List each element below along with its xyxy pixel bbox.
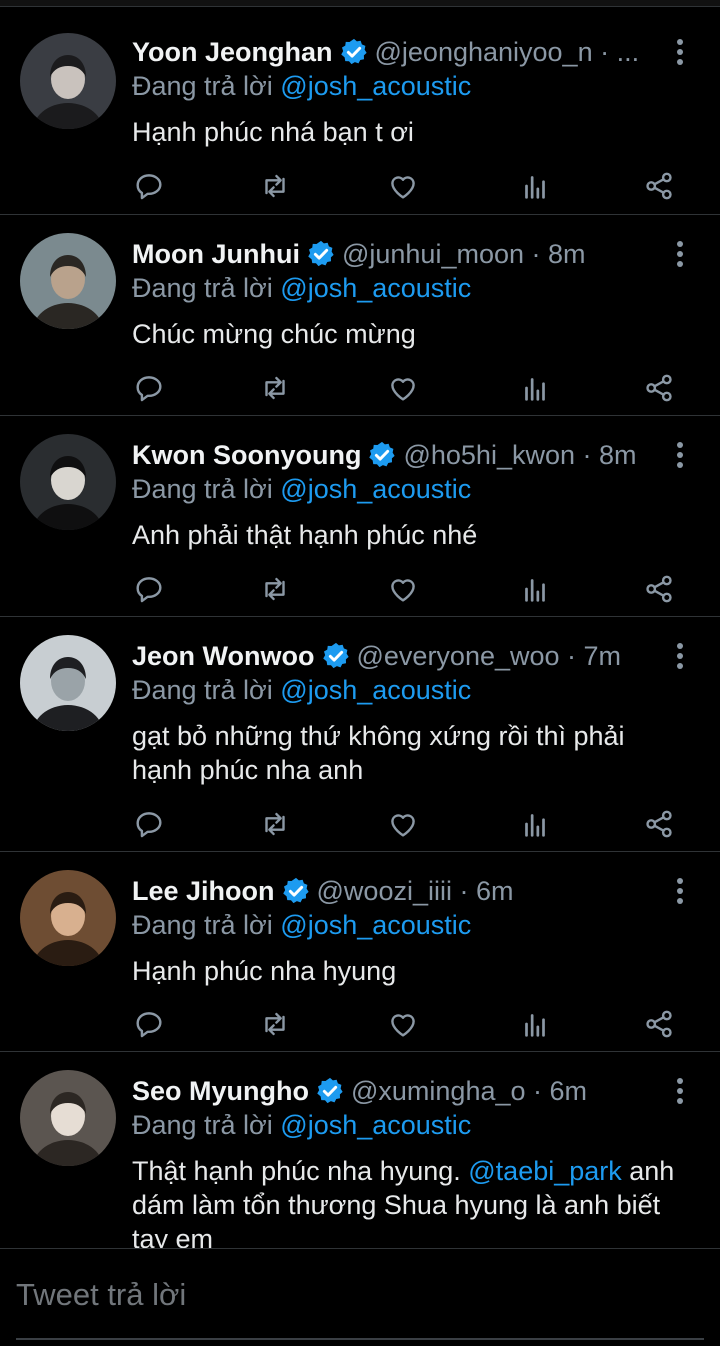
avatar[interactable] [20,1070,116,1166]
tweet[interactable]: Moon Junhui @junhui_moon · 8m Đang trả lờ… [0,215,720,416]
avatar[interactable] [20,870,116,966]
retweet-icon[interactable] [258,572,292,606]
display-name[interactable]: Yoon Jeonghan [132,37,333,67]
tweet-text: Chúc mừng chúc mừng [132,319,416,349]
avatar[interactable] [20,233,116,329]
views-icon[interactable] [518,1007,552,1041]
reply-composer[interactable]: Tweet trả lời [0,1248,720,1346]
reply-to-mention[interactable]: @josh_acoustic [280,1110,471,1140]
replying-to: Đang trả lời @josh_acoustic [132,675,472,705]
like-icon[interactable] [386,371,420,405]
like-icon[interactable] [386,1007,420,1041]
display-name[interactable]: Seo Myungho [132,1076,309,1106]
handle-and-time: @woozi_iiii · 6m [316,876,514,906]
views-icon[interactable] [518,572,552,606]
views-icon[interactable] [518,371,552,405]
reply-icon[interactable] [132,371,166,405]
tweet-actions [132,807,692,841]
more-options-icon[interactable] [670,876,690,906]
tweet-actions [132,1007,692,1041]
top-divider [0,0,720,7]
replying-to: Đang trả lời @josh_acoustic [132,910,472,940]
more-options-icon[interactable] [670,440,690,470]
share-icon[interactable] [642,1007,676,1041]
tweet-actions [132,572,692,606]
reply-to-mention[interactable]: @josh_acoustic [280,675,471,705]
reply-to-mention[interactable]: @josh_acoustic [280,910,471,940]
display-name[interactable]: Lee Jihoon [132,876,275,906]
tweet[interactable]: Lee Jihoon @woozi_iiii · 6m Đang trả lời … [0,852,720,1052]
verified-badge-icon [321,641,351,671]
avatar[interactable] [20,33,116,129]
verified-badge-icon [306,239,336,269]
share-icon[interactable] [642,371,676,405]
handle-and-time: @junhui_moon · 8m [341,239,586,269]
tweet-actions [132,169,692,203]
reply-icon[interactable] [132,1007,166,1041]
tweet-text: Hạnh phúc nha hyung [132,956,397,986]
retweet-icon[interactable] [258,807,292,841]
like-icon[interactable] [386,169,420,203]
reply-to-mention[interactable]: @josh_acoustic [280,273,471,303]
input-underline [16,1338,704,1340]
display-name[interactable]: Kwon Soonyoung [132,440,361,470]
tweet-actions [132,371,692,405]
tweet-text: Anh phải thật hạnh phúc nhé [132,520,478,550]
views-icon[interactable] [518,807,552,841]
handle-and-time: @everyone_woo · 7m [356,641,622,671]
display-name[interactable]: Moon Junhui [132,239,300,269]
retweet-icon[interactable] [258,169,292,203]
avatar[interactable] [20,434,116,530]
share-icon[interactable] [642,807,676,841]
like-icon[interactable] [386,807,420,841]
tweet-text: gạt bỏ những thứ không xứng rồi thì phải… [132,721,625,785]
more-options-icon[interactable] [670,1076,690,1106]
tweet[interactable]: Kwon Soonyoung @ho5hi_kwon · 8m Đang trả … [0,416,720,617]
avatar[interactable] [20,635,116,731]
tweet-text: Hạnh phúc nhá bạn t ơi [132,117,414,147]
verified-badge-icon [315,1076,345,1106]
more-options-icon[interactable] [670,239,690,269]
reply-icon[interactable] [132,169,166,203]
verified-badge-icon [339,37,369,67]
replying-to: Đang trả lời @josh_acoustic [132,273,472,303]
views-icon[interactable] [518,169,552,203]
retweet-icon[interactable] [258,1007,292,1041]
reply-to-mention[interactable]: @josh_acoustic [280,474,471,504]
tweet[interactable]: Yoon Jeonghan @jeonghaniyoo_n · ... Đang … [0,7,720,215]
verified-badge-icon [281,876,311,906]
reply-icon[interactable] [132,807,166,841]
reply-input-placeholder[interactable]: Tweet trả lời [16,1277,186,1313]
reply-feed[interactable]: Yoon Jeonghan @jeonghaniyoo_n · ... Đang … [0,7,720,1248]
replying-to: Đang trả lời @josh_acoustic [132,71,472,101]
reply-icon[interactable] [132,572,166,606]
tweet[interactable]: Seo Myungho @xumingha_o · 6m Đang trả lời… [0,1052,720,1248]
tweet-text: Thật hạnh phúc nha hyung. @taebi_park an… [132,1156,675,1248]
tweet[interactable]: Jeon Wonwoo @everyone_woo · 7m Đang trả l… [0,617,720,852]
more-options-icon[interactable] [670,641,690,671]
handle-and-time: @xumingha_o · 6m [351,1076,588,1106]
retweet-icon[interactable] [258,371,292,405]
replying-to: Đang trả lời @josh_acoustic [132,474,472,504]
verified-badge-icon [367,440,397,470]
body-mention[interactable]: @taebi_park [468,1156,622,1186]
handle-and-time: @ho5hi_kwon · 8m [403,440,637,470]
share-icon[interactable] [642,169,676,203]
like-icon[interactable] [386,572,420,606]
more-options-icon[interactable] [670,37,690,67]
share-icon[interactable] [642,572,676,606]
handle-and-time: @jeonghaniyoo_n · ... [374,37,640,67]
replying-to: Đang trả lời @josh_acoustic [132,1110,472,1140]
reply-to-mention[interactable]: @josh_acoustic [280,71,471,101]
display-name[interactable]: Jeon Wonwoo [132,641,315,671]
